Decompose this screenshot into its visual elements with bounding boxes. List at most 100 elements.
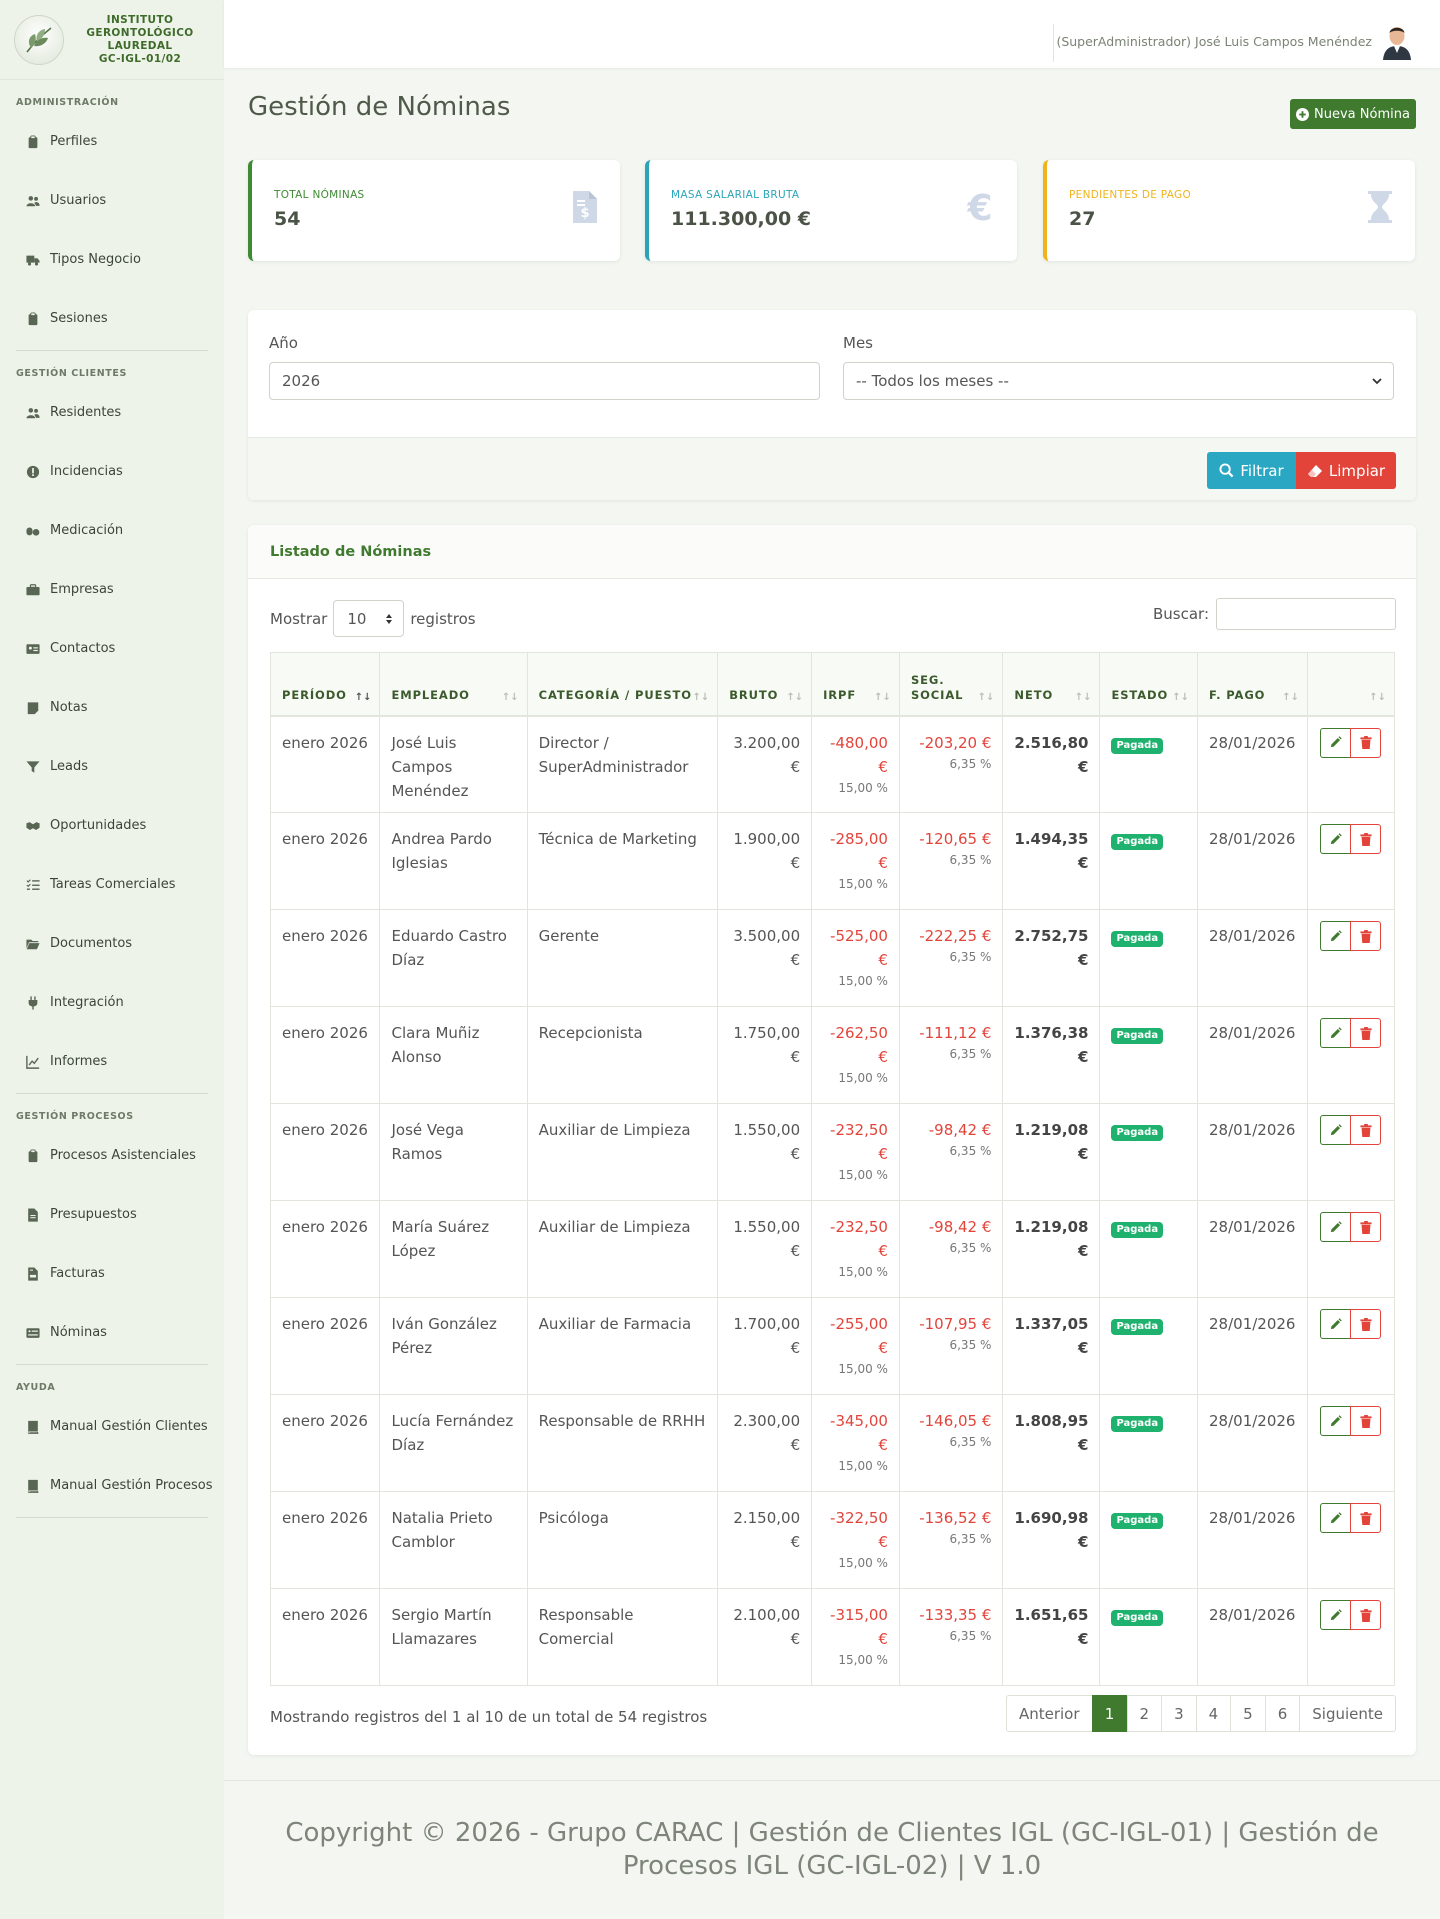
column-header-actions[interactable]: ↑↓ [1307,652,1395,717]
table-row: enero 2026 Andrea Pardo Iglesias Técnica d… [269,812,1395,910]
page-title: Gestión de Nóminas [248,92,511,122]
pagination-page-4[interactable]: 4 [1195,1695,1232,1732]
sidebar-item-contactos[interactable]: Contactos [0,619,224,678]
sidebar-item-incidencias[interactable]: Incidencias [0,442,224,501]
month-select[interactable]: -- Todos los meses -- [843,362,1394,400]
status-badge: Pagada [1111,834,1164,850]
cell-category: Responsable de RRHH [526,1394,719,1492]
sidebar-item-medicacion[interactable]: Medicación [0,501,224,560]
cell-social-security: -133,35 € 6,35 % [898,1588,1004,1686]
pagination-page-5[interactable]: 5 [1230,1695,1266,1732]
sidebar-item-usuarios[interactable]: Usuarios [0,171,224,230]
status-badge: Pagada [1111,1222,1164,1238]
edit-button[interactable] [1320,1115,1351,1145]
pagination-page-6[interactable]: 6 [1264,1695,1301,1732]
irpf-percent: 15,00 % [838,1556,888,1570]
sidebar-item-documentos[interactable]: Documentos [0,914,224,973]
table-info: Mostrando registros del 1 al 10 de un to… [270,1708,708,1726]
column-header-status[interactable]: ESTADO ↑↓ [1099,652,1199,717]
column-header-irpf[interactable]: IRPF ↑↓ [811,652,900,717]
cell-social-security: -107,95 € 6,35 % [898,1297,1004,1395]
delete-button[interactable] [1350,1018,1381,1048]
sidebar-item-leads[interactable]: Leads [0,737,224,796]
delete-button[interactable] [1350,727,1381,758]
sidebar-item-residentes[interactable]: Residentes [0,383,224,442]
column-header-gross[interactable]: BRUTO ↑↓ [717,652,813,717]
sidebar-item-facturas[interactable]: Facturas [0,1244,224,1303]
irpf-percent: 15,00 % [838,1265,888,1279]
sidebar-item-nominas[interactable]: Nóminas [0,1303,224,1362]
user-name[interactable]: (SuperAdministrador) José Luis Campos Me… [1056,34,1372,49]
cell-net: 2.516,80 € [1002,715,1101,813]
year-input[interactable]: 2026 [269,362,820,400]
column-header-net[interactable]: NETO ↑↓ [1002,652,1101,717]
sidebar-item-procesos-asistenciales[interactable]: Procesos Asistenciales [0,1126,224,1185]
sidebar-item-presupuestos[interactable]: Presupuestos [0,1185,224,1244]
table-row: enero 2026 María Suárez López Auxiliar de … [269,1200,1395,1298]
pagination-page-1[interactable]: 1 [1091,1695,1128,1732]
column-header-category[interactable]: CATEGORÍA / PUESTO ↑↓ [526,652,719,717]
sidebar-item-informes[interactable]: Informes [0,1032,224,1091]
trash-icon [1359,1026,1372,1040]
sidebar-item-manual-gestion-procesos[interactable]: Manual Gestión Procesos [0,1456,224,1515]
delete-button[interactable] [1350,1212,1381,1242]
edit-button[interactable] [1320,1018,1351,1048]
table-body: enero 2026 José Luis Campos Menéndez Direc… [269,715,1395,1686]
cell-employee: Iván González Pérez [379,1297,528,1395]
clear-button[interactable]: Limpiar [1296,452,1396,489]
cell-period: enero 2026 [269,1588,381,1686]
sidebar-item-manual-gestion-clientes[interactable]: Manual Gestión Clientes [0,1397,224,1456]
delete-button[interactable] [1350,1309,1381,1339]
edit-button[interactable] [1320,921,1351,951]
sidebar-item-empresas[interactable]: Empresas [0,560,224,619]
sort-icon: ↑↓ [501,691,519,703]
irpf-amount: -315,00 € [830,1606,888,1648]
brand[interactable]: INSTITUTO GERONTOLÓGICO LAUREDAL GC-IGL-… [0,0,224,80]
logo-icon [14,14,64,65]
delete-button[interactable] [1350,824,1381,854]
sidebar-item-integracion[interactable]: Integración [0,973,224,1032]
cell-employee: Eduardo Castro Díaz [379,909,528,1007]
ss-percent: 6,35 % [949,1629,992,1643]
sidebar-item-sesiones[interactable]: Sesiones [0,289,224,348]
column-header-social-security[interactable]: SEG. SOCIAL ↑↓ [898,652,1004,717]
delete-button[interactable] [1350,1115,1381,1145]
filter-button[interactable]: Filtrar [1207,452,1296,489]
pagination-page-2[interactable]: 2 [1126,1695,1163,1732]
pagination-page-3[interactable]: 3 [1161,1695,1197,1732]
delete-button[interactable] [1350,1600,1381,1630]
edit-button[interactable] [1320,1503,1351,1533]
trash-icon [1359,1220,1372,1234]
edit-button[interactable] [1320,1600,1351,1630]
edit-button[interactable] [1320,727,1351,758]
sidebar-item-oportunidades[interactable]: Oportunidades [0,796,224,855]
sidebar-item-tareas-comerciales[interactable]: Tareas Comerciales [0,855,224,914]
column-header-employee[interactable]: EMPLEADO ↑↓ [379,652,528,717]
edit-button[interactable] [1320,1212,1351,1242]
edit-button[interactable] [1320,824,1351,854]
sidebar-item-perfiles[interactable]: Perfiles [0,112,224,171]
avatar[interactable] [1380,24,1414,60]
new-payroll-button[interactable]: Nueva Nómina [1290,99,1416,129]
edit-button[interactable] [1320,1406,1351,1436]
sidebar: INSTITUTO GERONTOLÓGICO LAUREDAL GC-IGL-… [0,0,224,1919]
table-search: Buscar: [1153,598,1396,630]
cell-status: Pagada [1099,1200,1199,1298]
delete-button[interactable] [1350,1406,1381,1436]
pagination-next[interactable]: Siguiente [1299,1695,1396,1732]
delete-button[interactable] [1350,921,1381,951]
delete-button[interactable] [1350,1503,1381,1533]
status-badge: Pagada [1111,1028,1164,1044]
cell-irpf: -525,00 € 15,00 % [811,909,900,1007]
sidebar-item-tipos-negocio[interactable]: Tipos Negocio [0,230,224,289]
edit-button[interactable] [1320,1309,1351,1339]
column-header-payment-date[interactable]: F. PAGO ↑↓ [1197,652,1308,717]
page-length-select[interactable]: 10 [333,600,405,637]
cell-actions [1307,1588,1395,1686]
pagination-prev[interactable]: Anterior [1005,1695,1093,1732]
sidebar-item-label: Tipos Negocio [50,252,141,267]
sidebar-item-notas[interactable]: Notas [0,678,224,737]
column-header-period[interactable]: PERÍODO ↑↓ [269,652,381,717]
search-input[interactable] [1216,598,1396,630]
sidebar-item-label: Presupuestos [50,1207,137,1222]
